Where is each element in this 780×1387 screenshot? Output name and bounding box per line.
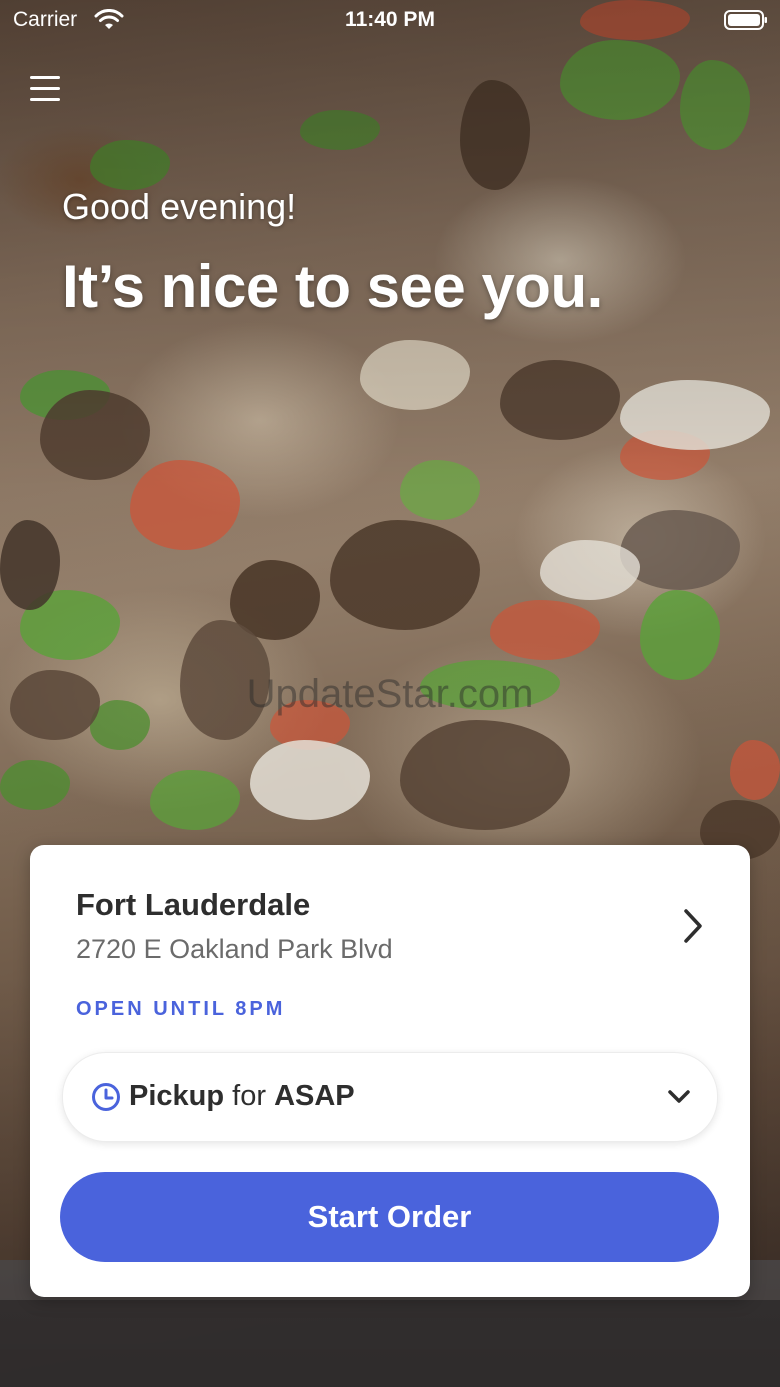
status-bar: Carrier 11:40 PM xyxy=(0,0,780,40)
clock-icon xyxy=(92,1083,120,1111)
order-type-dropdown[interactable]: Pickup for ASAP xyxy=(62,1052,718,1142)
location-selector[interactable]: Fort Lauderdale 2720 E Oakland Park Blvd xyxy=(30,845,750,985)
location-name: Fort Lauderdale xyxy=(76,887,311,922)
welcome-headline: It’s nice to see you. xyxy=(62,253,603,320)
order-mode: Pickup xyxy=(129,1080,225,1112)
location-card: Fort Lauderdale 2720 E Oakland Park Blvd… xyxy=(30,845,750,1297)
chevron-down-icon xyxy=(668,1090,690,1103)
chevron-right-icon xyxy=(684,909,702,943)
status-time: 11:40 PM xyxy=(345,8,435,31)
open-status-badge: OPEN UNTIL 8PM xyxy=(76,998,286,1020)
start-order-button[interactable]: Start Order xyxy=(60,1172,719,1262)
order-type-label: Pickup for ASAP xyxy=(129,1080,355,1113)
location-address: 2720 E Oakland Park Blvd xyxy=(76,934,393,964)
battery-icon xyxy=(724,10,767,30)
watermark: UpdateStar.com xyxy=(246,672,534,716)
order-connector: for xyxy=(232,1080,266,1112)
order-time: ASAP xyxy=(274,1080,355,1112)
hamburger-menu-icon[interactable] xyxy=(28,72,64,106)
greeting-text: Good evening! xyxy=(62,186,297,227)
